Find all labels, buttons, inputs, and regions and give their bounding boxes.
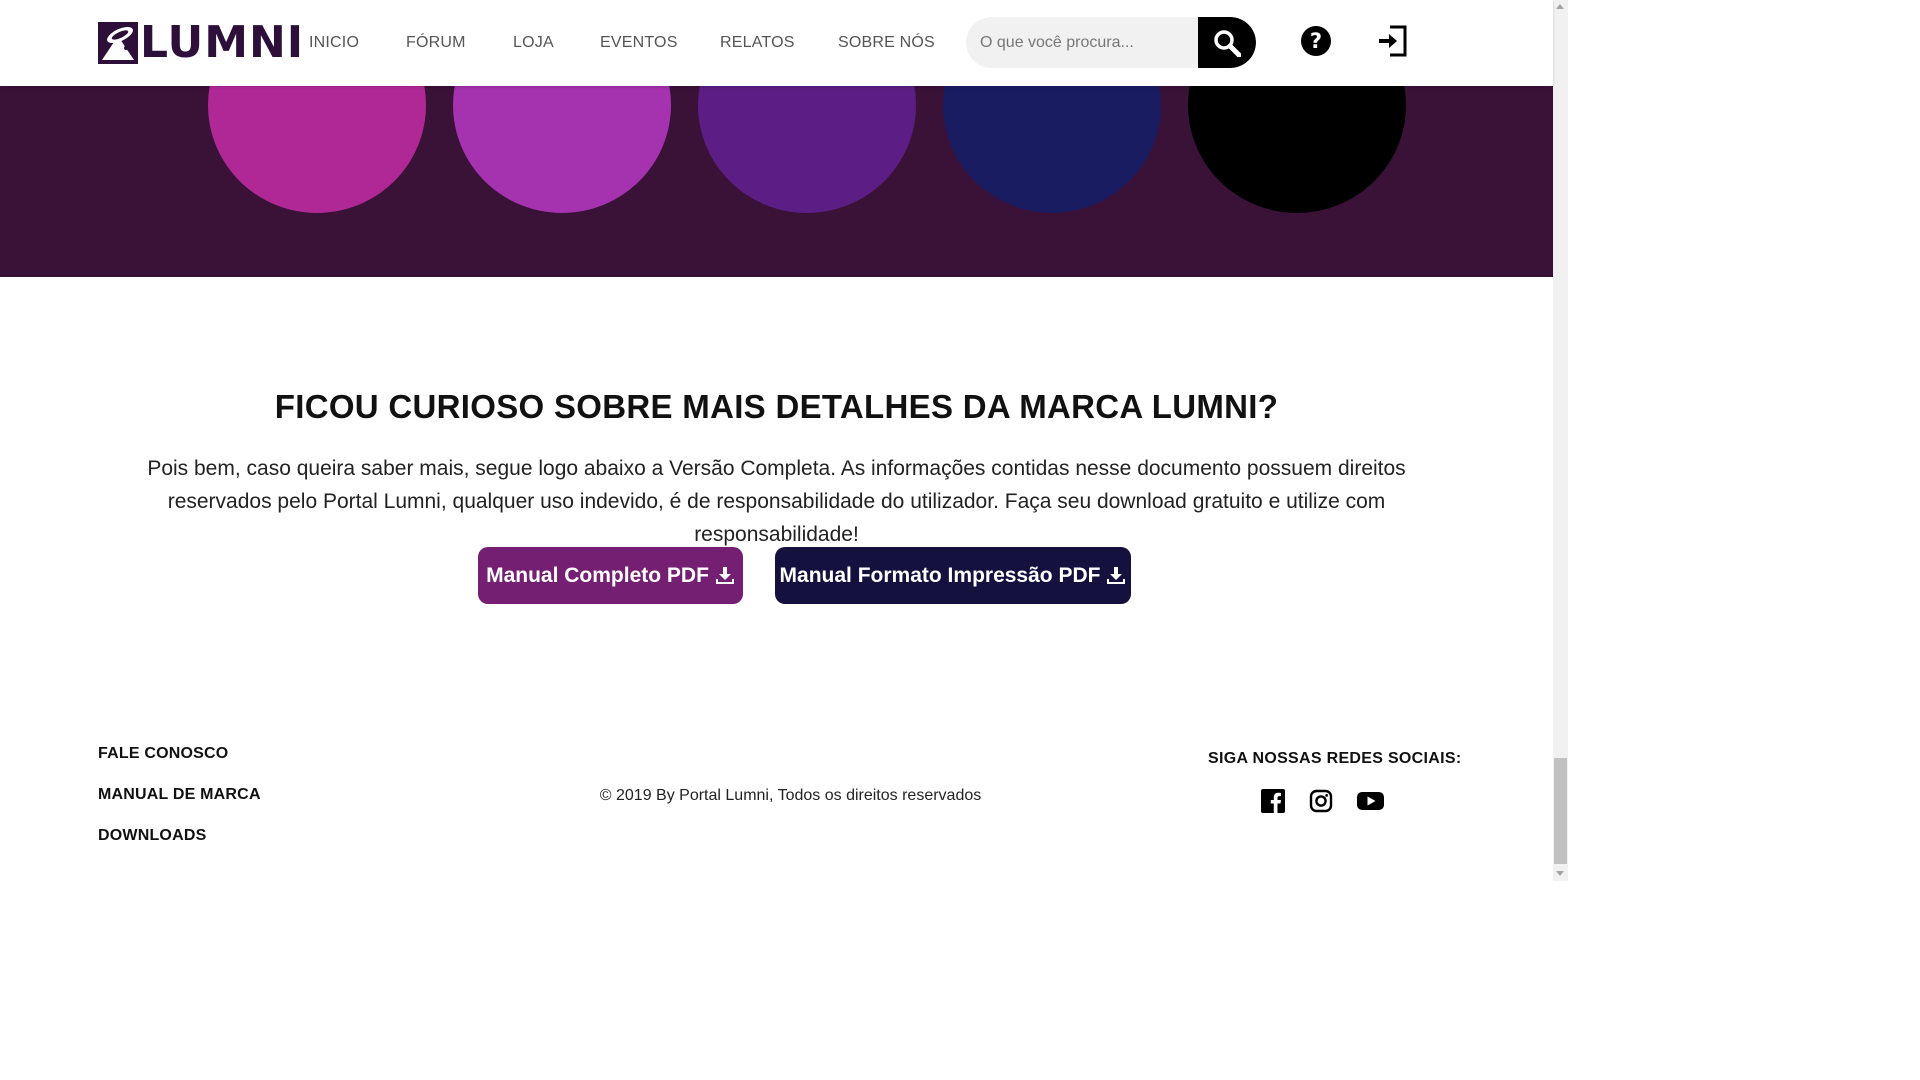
lumni-logo-icon — [98, 22, 138, 64]
site-header: LUMNI INICIO FÓRUM LOJA EVENTOS RELATOS … — [0, 0, 1553, 86]
download-icon — [1107, 566, 1126, 584]
scroll-up-arrow-icon[interactable] — [1556, 4, 1564, 9]
manual-completo-pdf-button[interactable]: Manual Completo PDF — [478, 547, 743, 604]
search-bar — [966, 17, 1256, 68]
button-label: Manual Formato Impressão PDF — [779, 563, 1101, 587]
search-input[interactable] — [966, 17, 1198, 68]
section-description: Pois bem, caso queira saber mais, segue … — [147, 457, 1406, 546]
page-scrollbar[interactable] — [1553, 0, 1568, 881]
logo-text: LUMNI — [140, 17, 305, 68]
nav-item-forum[interactable]: FÓRUM — [406, 33, 466, 53]
search-icon — [1214, 29, 1241, 57]
color-palette-section — [0, 86, 1553, 277]
section-title: FICOU CURIOSO SOBRE MAIS DETALHES DA MAR… — [274, 388, 1279, 425]
question-circle-icon[interactable]: ? — [1300, 25, 1332, 57]
color-swatch-black — [1188, 86, 1406, 213]
color-swatch-magenta — [208, 86, 426, 213]
copyright-text: © 2019 By Portal Lumni, Todos os direito… — [599, 787, 982, 804]
instagram-icon[interactable] — [1309, 789, 1333, 813]
color-swatch-navy — [943, 86, 1161, 213]
social-title: SIGA NOSSAS REDES SOCIAIS: — [1208, 750, 1462, 767]
youtube-icon[interactable] — [1357, 789, 1384, 813]
scroll-thumb[interactable] — [1554, 758, 1567, 864]
scroll-down-arrow-icon[interactable] — [1556, 871, 1564, 876]
nav-item-sobre-nos[interactable]: SOBRE NÓS — [838, 33, 935, 53]
download-icon — [715, 566, 734, 584]
footer-link-downloads[interactable]: DOWNLOADS — [98, 827, 206, 845]
nav-item-loja[interactable]: LOJA — [513, 33, 554, 53]
color-swatch-purple — [698, 86, 916, 213]
facebook-icon[interactable] — [1261, 789, 1285, 813]
search-button[interactable] — [1198, 17, 1256, 68]
color-swatch-violet — [453, 86, 671, 213]
lumni-logo[interactable]: LUMNI — [98, 17, 305, 68]
nav-item-eventos[interactable]: EVENTOS — [600, 33, 678, 53]
button-label: Manual Completo PDF — [486, 563, 709, 587]
svg-text:?: ? — [1310, 29, 1322, 53]
nav-item-relatos[interactable]: RELATOS — [720, 33, 795, 53]
footer-link-fale-conosco[interactable]: FALE CONOSCO — [98, 745, 228, 763]
nav-item-inicio[interactable]: INICIO — [309, 33, 359, 53]
manual-formato-impressao-pdf-button[interactable]: Manual Formato Impressão PDF — [775, 547, 1131, 604]
sign-in-icon[interactable] — [1376, 24, 1408, 58]
